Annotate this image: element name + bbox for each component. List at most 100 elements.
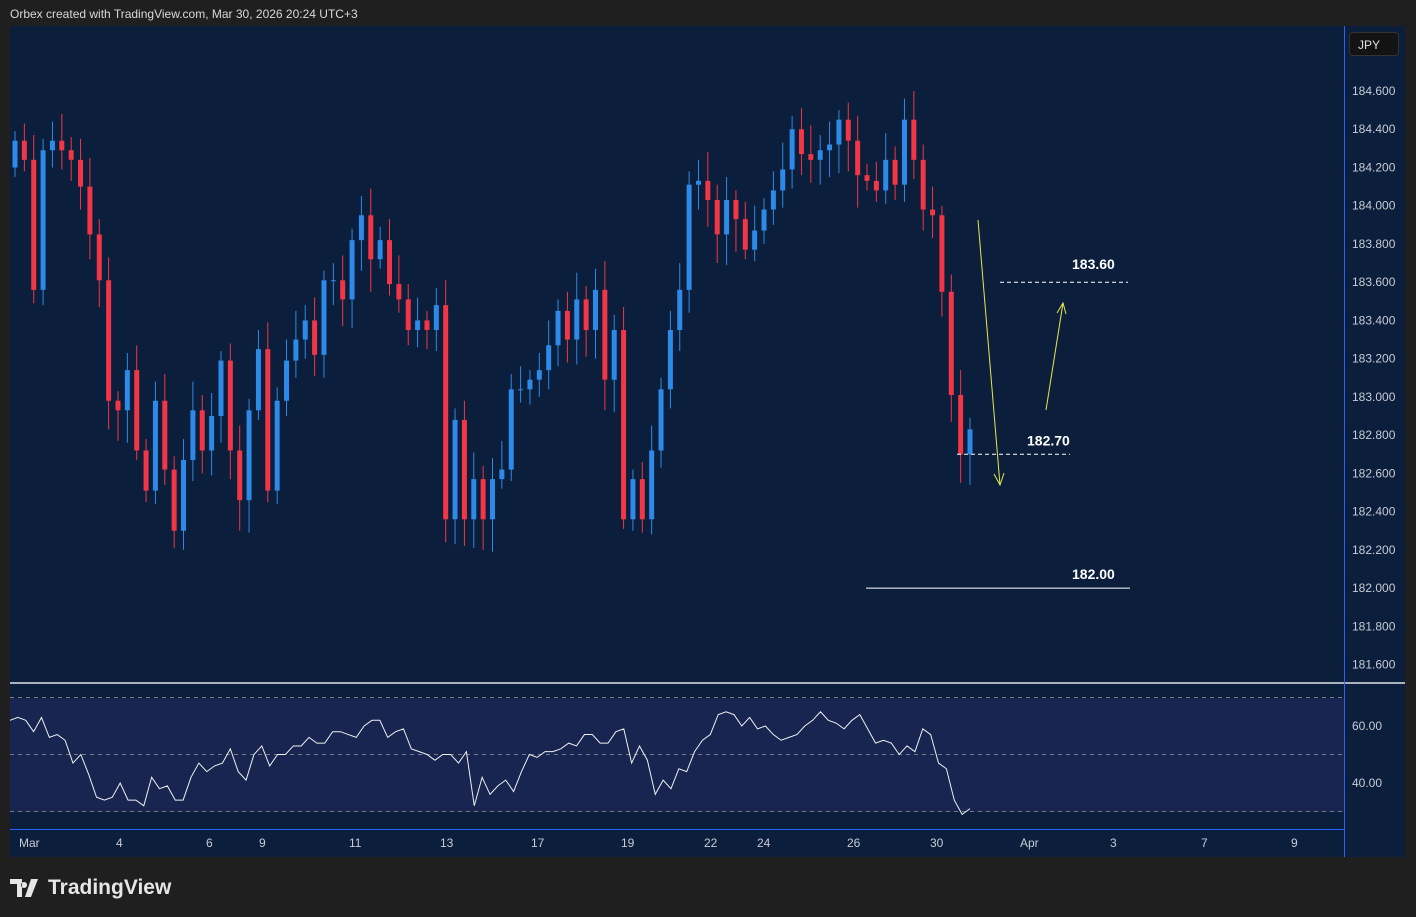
candle-body — [546, 345, 552, 371]
candle-body — [808, 154, 814, 160]
chart-canvas[interactable]: 183.60 182.70 182.00 184.600 184.400 184.200… — [0, 0, 1416, 917]
price-tick-label: 182.200 — [1352, 543, 1396, 557]
candle — [274, 387, 280, 504]
price-tick-label: 182.400 — [1352, 505, 1396, 519]
candle-body — [836, 119, 842, 145]
level-label: 182.00 — [1072, 566, 1115, 582]
candle-body — [396, 284, 402, 300]
candle-body — [677, 289, 683, 330]
candle — [40, 138, 46, 306]
candle-body — [602, 289, 608, 380]
candle — [621, 307, 627, 529]
candle-body — [967, 429, 973, 455]
candle-body — [658, 389, 664, 451]
candle-body — [948, 291, 954, 396]
candle-body — [892, 159, 898, 185]
candle-body — [574, 299, 580, 340]
time-tick-label: 7 — [1201, 836, 1208, 850]
candle-body — [499, 469, 505, 480]
candle — [265, 322, 271, 503]
candle-body — [405, 299, 411, 330]
candle-body — [368, 215, 374, 260]
candle-body — [246, 410, 252, 501]
candle-body — [686, 184, 692, 290]
candle-body — [143, 450, 149, 491]
currency-button[interactable]: JPY — [1349, 32, 1399, 56]
candle-body — [274, 400, 280, 491]
rsi-tick-label: 60.00 — [1352, 719, 1382, 733]
price-tick-label: 182.000 — [1352, 581, 1396, 595]
candle-body — [752, 230, 758, 250]
price-tick-label: 183.800 — [1352, 237, 1396, 251]
time-tick-label: 9 — [1291, 836, 1298, 850]
time-tick-label: 22 — [704, 836, 718, 850]
candle-body — [31, 159, 37, 290]
candle-body — [920, 159, 926, 210]
candle-body — [714, 199, 720, 235]
level-label: 182.70 — [1027, 432, 1070, 448]
candle-body — [864, 175, 870, 181]
tradingview-logo-icon — [10, 879, 38, 897]
candle-body — [911, 119, 917, 160]
candle-body — [349, 240, 355, 300]
candle-body — [817, 150, 823, 160]
price-tick-label: 183.400 — [1352, 313, 1396, 327]
tradingview-logo[interactable]: TradingView — [10, 876, 171, 900]
candle-body — [171, 469, 177, 531]
level-label: 183.60 — [1072, 256, 1115, 272]
time-tick-label: 19 — [621, 836, 635, 850]
candle-body — [452, 419, 458, 520]
candle-body — [780, 169, 786, 191]
candle-body — [78, 159, 84, 187]
time-tick-label: 13 — [440, 836, 454, 850]
candle-body — [827, 144, 833, 151]
candle-body — [12, 140, 18, 168]
price-tick-label: 184.400 — [1352, 122, 1396, 136]
price-tick-label: 182.600 — [1352, 466, 1396, 480]
candle-body — [855, 140, 861, 176]
time-tick-label: 17 — [531, 836, 545, 850]
candle — [443, 280, 449, 543]
candle-body — [536, 370, 542, 380]
candle-body — [630, 479, 636, 520]
candle-body — [340, 280, 346, 300]
time-tick-label: 9 — [259, 836, 266, 850]
candle-body — [583, 299, 589, 330]
candle-body — [742, 219, 748, 250]
candle-body — [555, 310, 561, 346]
candle-body — [939, 215, 945, 292]
candle-body — [124, 370, 130, 411]
price-tick-label: 183.000 — [1352, 390, 1396, 404]
candle-body — [471, 479, 477, 520]
candle-body — [621, 330, 627, 520]
candle-body — [358, 215, 364, 241]
candle-body — [873, 180, 879, 191]
candle-body — [312, 320, 318, 355]
candle — [31, 134, 37, 304]
candle-body — [930, 209, 936, 216]
time-tick-label: 30 — [930, 836, 944, 850]
price-tick-label: 184.000 — [1352, 199, 1396, 213]
candle-body — [115, 400, 121, 411]
price-tick-label: 183.200 — [1352, 352, 1396, 366]
candle-body — [377, 240, 383, 260]
price-tick-label: 184.600 — [1352, 84, 1396, 98]
candle-body — [845, 119, 851, 141]
candle-body — [761, 209, 767, 231]
price-tick-label: 184.200 — [1352, 160, 1396, 174]
time-tick-label: 26 — [847, 836, 861, 850]
price-tick-label: 183.600 — [1352, 275, 1396, 289]
candle-body — [798, 129, 804, 155]
candle-body — [733, 199, 739, 220]
logo-text: TradingView — [48, 876, 172, 899]
candle-body — [59, 140, 65, 151]
candle-body — [611, 330, 617, 380]
candle-body — [265, 349, 271, 491]
candle-body — [134, 370, 140, 451]
price-tick-label: 181.800 — [1352, 619, 1396, 633]
time-tick-label: 4 — [116, 836, 123, 850]
candle-body — [284, 360, 290, 401]
candle-body — [162, 400, 168, 470]
candle-body — [21, 140, 27, 160]
candle-body — [87, 186, 93, 235]
